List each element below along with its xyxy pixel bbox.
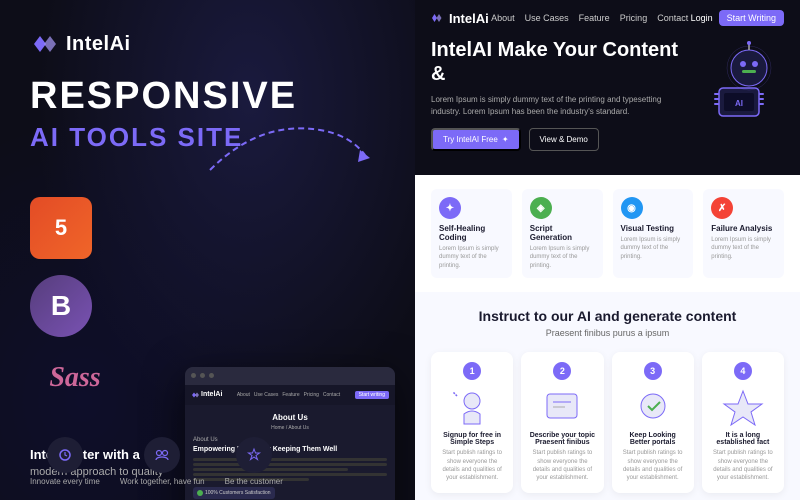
- step-number-2: 2: [553, 362, 571, 380]
- bottom-icons-row: Innovate every time Work together, have …: [30, 437, 405, 486]
- right-hero: IntelAI Make Your Content & Lorem Ipsum …: [431, 38, 784, 151]
- steps-grid: 1 Signup for free in Simple Steps Start …: [431, 352, 784, 493]
- mini-dot-1: [191, 373, 196, 378]
- sass-badge: Sass: [30, 353, 120, 403]
- feature-title-1: Script Generation: [530, 224, 595, 242]
- feature-desc-0: Lorem Ipsum is simply dummy text of the …: [439, 245, 504, 270]
- step-illustration-1: [447, 386, 497, 426]
- feature-card-0: ✦ Self-Healing Coding Lorem Ipsum is sim…: [431, 189, 512, 278]
- step-number-4: 4: [734, 362, 752, 380]
- mini-nav-logo: IntelAi: [191, 391, 222, 399]
- mini-badge-1: 100% Customers Satisfaction: [193, 487, 275, 499]
- bottom-icon-innovate: Innovate every time: [30, 437, 100, 486]
- feature-card-3: ✗ Failure Analysis Lorem Ipsum is simply…: [703, 189, 784, 278]
- step-illustration-4: [718, 386, 768, 426]
- feature-card-1: ◈ Script Generation Lorem Ipsum is simpl…: [522, 189, 603, 278]
- step-desc-3: Start publish ratings to show everyone t…: [620, 449, 686, 483]
- feature-title-3: Failure Analysis: [711, 224, 776, 233]
- right-top-section: IntelAi About Use Cases Feature Pricing …: [415, 0, 800, 175]
- step-card-4: 4 It is a long established fact Start pu…: [702, 352, 784, 493]
- step-title-3: Keep Looking Better portals: [620, 432, 686, 446]
- mini-start-writing-btn[interactable]: Start writing: [355, 391, 389, 399]
- step-title-1: Signup for free in Simple Steps: [439, 432, 505, 446]
- robot-illustration: AI: [694, 38, 784, 118]
- right-hero-text: IntelAI Make Your Content & Lorem Ipsum …: [431, 38, 684, 151]
- svg-text:AI: AI: [735, 99, 743, 108]
- hero-buttons: Try IntelAI Free ✦ View & Demo: [431, 128, 684, 151]
- feature-icon-0: ✦: [439, 197, 461, 219]
- html5-badge: 5: [30, 197, 92, 259]
- how-it-works-subtitle: Praesent finibus purus a ipsum: [431, 328, 784, 338]
- right-panel: IntelAi About Use Cases Feature Pricing …: [415, 0, 800, 500]
- step-card-2: 2 Describe your topic Praesent finibus S…: [521, 352, 603, 493]
- try-intelai-button[interactable]: Try IntelAI Free ✦: [431, 128, 521, 151]
- bottom-icon-customer: Be the customer: [225, 437, 283, 486]
- start-writing-button[interactable]: Start Writing: [719, 10, 784, 26]
- left-panel: IntelAi RESPONSIVE AI TOOLS SITE 5 B Sas…: [0, 0, 415, 500]
- step-card-1: 1 Signup for free in Simple Steps Start …: [431, 352, 513, 493]
- feature-desc-1: Lorem Ipsum is simply dummy text of the …: [530, 245, 595, 270]
- step-number-3: 3: [644, 362, 662, 380]
- step-illustration-3: [628, 386, 678, 426]
- brand-logo: IntelAi: [30, 30, 385, 58]
- bottom-icon-work: Work together, have fun: [120, 437, 205, 486]
- feature-icon-3: ✗: [711, 197, 733, 219]
- mini-nav-links: About Use Cases Feature Pricing Contact: [237, 392, 340, 398]
- right-nav-logo: IntelAi: [431, 11, 489, 26]
- view-demo-button[interactable]: View & Demo: [529, 128, 599, 151]
- feature-desc-2: Lorem Ipsum is simply dummy text of the …: [621, 236, 686, 261]
- sub-title: AI TOOLS SITE: [30, 122, 385, 153]
- mini-nav: IntelAi About Use Cases Feature Pricing …: [185, 385, 395, 405]
- step-card-3: 3 Keep Looking Better portals Start publ…: [612, 352, 694, 493]
- feature-icon-1: ◈: [530, 197, 552, 219]
- brand-name: IntelAi: [66, 33, 131, 56]
- step-desc-2: Start publish ratings to show everyone t…: [529, 449, 595, 483]
- step-title-4: It is a long established fact: [710, 432, 776, 446]
- feature-title-0: Self-Healing Coding: [439, 224, 504, 242]
- feature-desc-3: Lorem Ipsum is simply dummy text of the …: [711, 236, 776, 261]
- step-title-2: Describe your topic Praesent finibus: [529, 432, 595, 446]
- right-nav: IntelAi About Use Cases Feature Pricing …: [431, 10, 784, 26]
- feature-title-2: Visual Testing: [621, 224, 686, 233]
- how-it-works-title: Instruct to our AI and generate content: [431, 308, 784, 324]
- feature-icon-2: ◉: [621, 197, 643, 219]
- step-desc-4: Start publish ratings to show everyone t…: [710, 449, 776, 483]
- step-illustration-2: [537, 386, 587, 426]
- mini-breadcrumb: Home / About Us: [193, 425, 387, 431]
- hero-title: IntelAI Make Your Content &: [431, 38, 684, 86]
- how-it-works-section: Instruct to our AI and generate content …: [415, 292, 800, 500]
- right-nav-links: About Use Cases Feature Pricing Contact: [491, 13, 688, 23]
- right-nav-actions: Login Start Writing: [691, 10, 784, 26]
- mini-badge-row: 100% Customers Satisfaction: [193, 487, 387, 499]
- mini-dot-2: [200, 373, 205, 378]
- features-grid: ✦ Self-Healing Coding Lorem Ipsum is sim…: [415, 175, 800, 292]
- mini-dot-3: [209, 373, 214, 378]
- bootstrap-badge: B: [30, 275, 92, 337]
- logo-icon: [30, 30, 58, 58]
- feature-card-2: ◉ Visual Testing Lorem Ipsum is simply d…: [613, 189, 694, 278]
- main-title: RESPONSIVE: [30, 76, 385, 118]
- hero-description: Lorem Ipsum is simply dummy text of the …: [431, 94, 684, 118]
- mini-browser-bar: [185, 367, 395, 385]
- step-number-1: 1: [463, 362, 481, 380]
- login-button[interactable]: Login: [691, 13, 713, 23]
- badges-column: 5 B Sass: [30, 197, 120, 403]
- step-desc-1: Start publish ratings to show everyone t…: [439, 449, 505, 483]
- mini-page-title: About Us: [193, 413, 387, 422]
